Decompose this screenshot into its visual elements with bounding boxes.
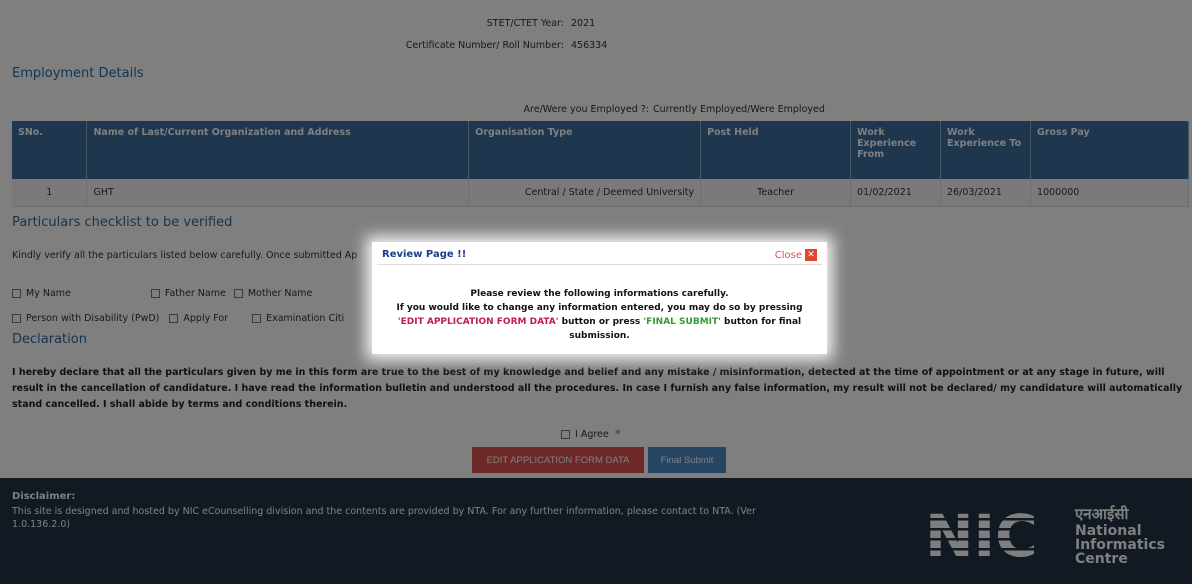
modal-final-highlight: 'FINAL SUBMIT' bbox=[643, 317, 721, 327]
modal-body: Please review the following informations… bbox=[372, 287, 827, 343]
page: STET/CTET Year: 2021 Certificate Number/… bbox=[0, 0, 1192, 584]
modal-close-button[interactable]: Close ✕ bbox=[775, 249, 817, 261]
review-page-modal: Review Page !! Close ✕ Please review the… bbox=[372, 242, 827, 354]
modal-divider bbox=[377, 264, 822, 265]
modal-line-3: 'EDIT APPLICATION FORM DATA' button or p… bbox=[397, 317, 802, 341]
modal-line-2: If you would like to change any informat… bbox=[396, 303, 803, 313]
close-icon[interactable]: ✕ bbox=[805, 249, 817, 261]
modal-title: Review Page !! bbox=[382, 249, 467, 260]
modal-close-label: Close bbox=[774, 249, 802, 261]
modal-line-1: Please review the following informations… bbox=[470, 289, 729, 299]
modal-edit-highlight: 'EDIT APPLICATION FORM DATA' bbox=[397, 317, 559, 327]
